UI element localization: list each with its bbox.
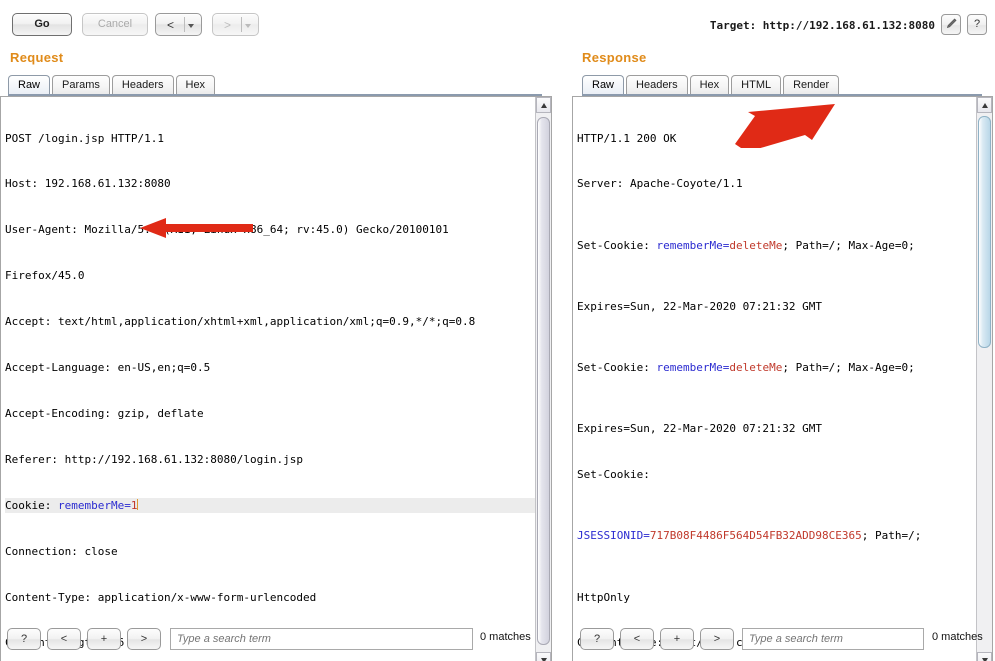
request-line: Content-Type: application/x-www-form-url… <box>5 590 317 604</box>
request-search-next-button[interactable]: > <box>127 628 161 650</box>
request-line: User-Agent: Mozilla/5.0 (X11; Linux x86_… <box>5 223 449 237</box>
request-viewer[interactable]: POST /login.jsp HTTP/1.1 Host: 192.168.6… <box>0 96 552 661</box>
edit-target-button[interactable] <box>941 14 961 35</box>
request-search-bar: ? < + > 0 matches <box>0 628 558 656</box>
response-search-input[interactable] <box>742 628 924 650</box>
set-cookie-suffix: ; Path=/; Max-Age=0; <box>782 361 915 375</box>
response-status-line: HTTP/1.1 200 OK <box>577 131 677 145</box>
request-search-help-button[interactable]: ? <box>7 628 41 650</box>
tab-request-params[interactable]: Params <box>52 75 110 95</box>
request-search-input[interactable] <box>170 628 473 650</box>
response-header-line: HttpOnly <box>577 590 630 604</box>
jsessionid-suffix: ; Path=/; <box>861 529 922 543</box>
tab-request-raw[interactable]: Raw <box>8 75 51 95</box>
top-toolbar: Go Cancel < > Target: http://192.168.61.… <box>0 0 995 44</box>
response-header-line: Server: Apache-Coyote/1.1 <box>577 177 743 191</box>
request-vertical-scrollbar[interactable] <box>535 97 551 661</box>
tab-response-hex[interactable]: Hex <box>689 75 730 95</box>
help-button[interactable]: ? <box>967 14 987 35</box>
response-jsessionid-line: JSESSIONID=717B08F4486F564D54FB32ADD98CE… <box>577 528 976 543</box>
cancel-button[interactable]: Cancel <box>82 13 148 36</box>
tab-request-hex[interactable]: Hex <box>175 75 216 95</box>
response-match-count: 0 matches <box>932 631 983 643</box>
triangle-up-icon <box>982 103 988 108</box>
chevron-down-icon[interactable] <box>188 24 194 28</box>
request-line: Accept-Language: en-US,en;q=0.5 <box>5 361 211 375</box>
response-search-prev-button[interactable]: < <box>620 628 654 650</box>
response-search-help-button[interactable]: ? <box>580 628 614 650</box>
response-tabstrip: Raw Headers Hex HTML Render <box>582 74 841 95</box>
jsessionid-value: 717B08F4486F564D54FB32ADD98CE365 <box>649 529 862 543</box>
back-arrow-icon: < <box>167 18 175 32</box>
chevron-down-icon[interactable] <box>245 24 251 28</box>
cookie-eq: = <box>124 498 131 512</box>
tab-response-html[interactable]: HTML <box>731 75 782 95</box>
response-search-next-button[interactable]: > <box>700 628 734 650</box>
scroll-thumb[interactable] <box>537 117 550 645</box>
go-button[interactable]: Go <box>12 13 72 36</box>
response-set-cookie-line: Set-Cookie: rememberMe=deleteMe; Path=/;… <box>577 360 976 375</box>
panel-divider[interactable] <box>560 44 568 661</box>
set-cookie-name: rememberMe <box>656 238 723 252</box>
response-search-add-button[interactable]: + <box>660 628 694 650</box>
scroll-up-button[interactable] <box>536 97 551 113</box>
tab-response-render[interactable]: Render <box>783 75 840 95</box>
response-viewer[interactable]: HTTP/1.1 200 OK Server: Apache-Coyote/1.… <box>572 96 993 661</box>
request-tabstrip: Raw Params Headers Hex <box>8 74 217 95</box>
request-search-prev-button[interactable]: < <box>47 628 81 650</box>
request-line: Accept: text/html,application/xhtml+xml,… <box>5 315 476 329</box>
response-title: Response <box>582 50 647 65</box>
set-cookie-suffix: ; Path=/; Max-Age=0; <box>782 238 915 252</box>
jsessionid-name: JSESSIONID <box>577 529 644 543</box>
response-raw-text[interactable]: HTTP/1.1 200 OK Server: Apache-Coyote/1.… <box>573 97 976 661</box>
tab-request-headers[interactable]: Headers <box>111 75 174 95</box>
set-cookie-name: rememberMe <box>656 361 723 375</box>
request-match-count: 0 matches <box>480 631 531 643</box>
request-line: Accept-Encoding: gzip, deflate <box>5 406 204 420</box>
response-header-line: Set-Cookie: <box>577 468 650 482</box>
back-split-divider <box>184 17 185 32</box>
pencil-icon <box>946 17 957 29</box>
cookie-name: rememberMe <box>57 498 125 512</box>
set-cookie-prefix: Set-Cookie: <box>577 238 657 252</box>
jsessionid-eq: = <box>643 529 650 543</box>
set-cookie-value: deleteMe <box>729 361 783 375</box>
request-title: Request <box>10 50 64 65</box>
set-cookie-prefix: Set-Cookie: <box>577 361 657 375</box>
request-line: Connection: close <box>5 544 118 558</box>
request-search-add-button[interactable]: + <box>87 628 121 650</box>
response-header-line: Expires=Sun, 22-Mar-2020 07:21:32 GMT <box>577 299 823 313</box>
burp-repeater-window: Go Cancel < > Target: http://192.168.61.… <box>0 0 995 661</box>
back-button[interactable]: < <box>155 13 202 36</box>
response-vertical-scrollbar[interactable] <box>976 97 992 661</box>
request-panel: Request Raw Params Headers Hex POST /log… <box>0 44 558 661</box>
tab-response-raw[interactable]: Raw <box>582 75 625 95</box>
response-header-line: Expires=Sun, 22-Mar-2020 07:21:32 GMT <box>577 422 823 436</box>
scroll-thumb[interactable] <box>978 116 991 348</box>
scroll-up-button[interactable] <box>977 97 992 113</box>
request-line: Firefox/45.0 <box>5 269 85 283</box>
request-line: POST /login.jsp HTTP/1.1 <box>5 131 164 145</box>
request-line: Host: 192.168.61.132:8080 <box>5 177 171 191</box>
response-search-bar: ? < + > 0 matches <box>572 628 995 656</box>
response-set-cookie-line: Set-Cookie: rememberMe=deleteMe; Path=/;… <box>577 238 976 253</box>
cookie-prefix: Cookie: <box>5 498 58 512</box>
cookie-value: 1 <box>130 498 138 512</box>
text-caret <box>137 498 139 510</box>
forward-button[interactable]: > <box>212 13 259 36</box>
target-label: Target: http://192.168.61.132:8080 <box>709 19 935 32</box>
tab-response-headers[interactable]: Headers <box>626 75 688 95</box>
request-raw-text[interactable]: POST /login.jsp HTTP/1.1 Host: 192.168.6… <box>1 97 535 661</box>
request-line: Referer: http://192.168.61.132:8080/logi… <box>5 452 304 466</box>
response-panel: Response Raw Headers Hex HTML Render HTT… <box>570 44 995 661</box>
request-cookie-line[interactable]: Cookie: rememberMe=1 <box>5 497 535 514</box>
forward-split-divider <box>241 17 242 32</box>
triangle-up-icon <box>541 103 547 108</box>
forward-arrow-icon: > <box>224 18 232 32</box>
set-cookie-value: deleteMe <box>729 238 783 252</box>
